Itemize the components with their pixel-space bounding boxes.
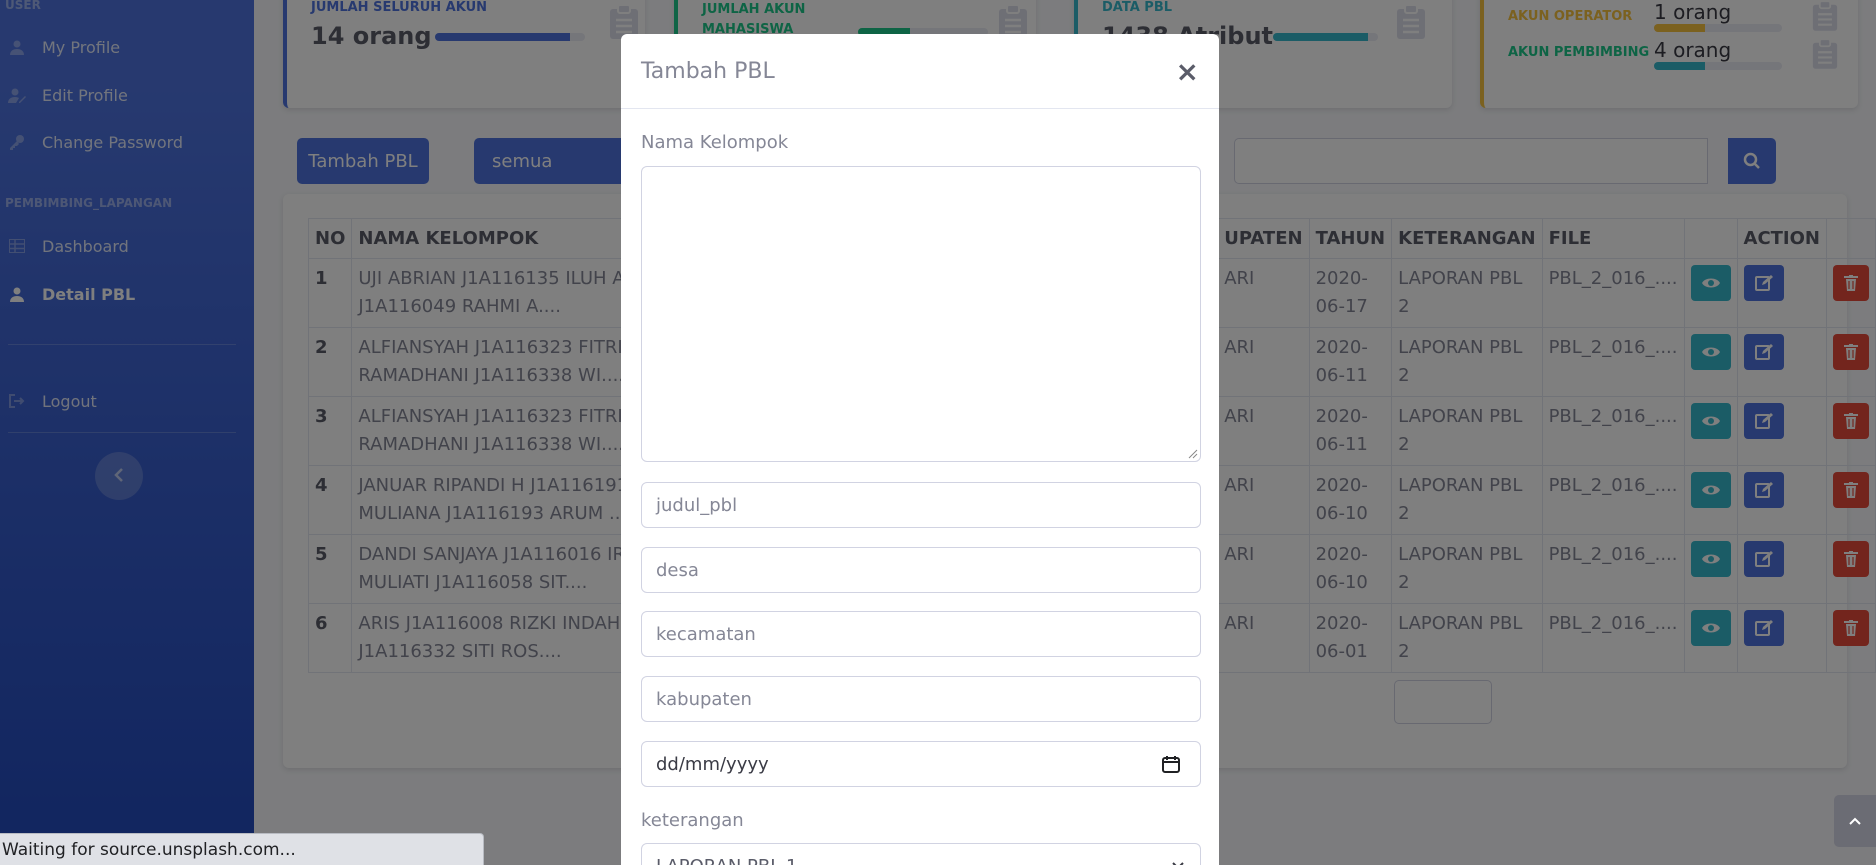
keterangan-select[interactable]: LAPORAN PBL 1 bbox=[641, 843, 1201, 865]
nama-kelompok-textarea[interactable] bbox=[641, 166, 1201, 462]
date-input-value: dd/mm/yyyy bbox=[656, 753, 769, 775]
scroll-to-top-button[interactable] bbox=[1834, 795, 1876, 847]
kecamatan-input[interactable]: kecamatan bbox=[641, 611, 1201, 657]
modal-header: Tambah PBL × bbox=[621, 34, 1219, 109]
browser-status-bar: Waiting for source.unsplash.com... bbox=[0, 833, 484, 865]
resize-handle-icon[interactable] bbox=[1186, 447, 1198, 459]
kabupaten-input[interactable]: kabupaten bbox=[641, 676, 1201, 722]
keterangan-select-value: LAPORAN PBL 1 bbox=[656, 856, 797, 865]
close-button[interactable]: × bbox=[1176, 55, 1199, 88]
nama-kelompok-label: Nama Kelompok bbox=[641, 132, 789, 153]
tambah-pbl-modal: Tambah PBL × Nama Kelompok judul_pbl des… bbox=[621, 34, 1219, 865]
calendar-icon[interactable] bbox=[1162, 755, 1180, 773]
desa-input[interactable]: desa bbox=[641, 547, 1201, 593]
chevron-up-icon bbox=[1849, 817, 1861, 825]
modal-title: Tambah PBL bbox=[641, 58, 775, 84]
judul-pbl-input[interactable]: judul_pbl bbox=[641, 482, 1201, 528]
keterangan-label: keterangan bbox=[641, 810, 744, 831]
date-input[interactable]: dd/mm/yyyy bbox=[641, 741, 1201, 787]
